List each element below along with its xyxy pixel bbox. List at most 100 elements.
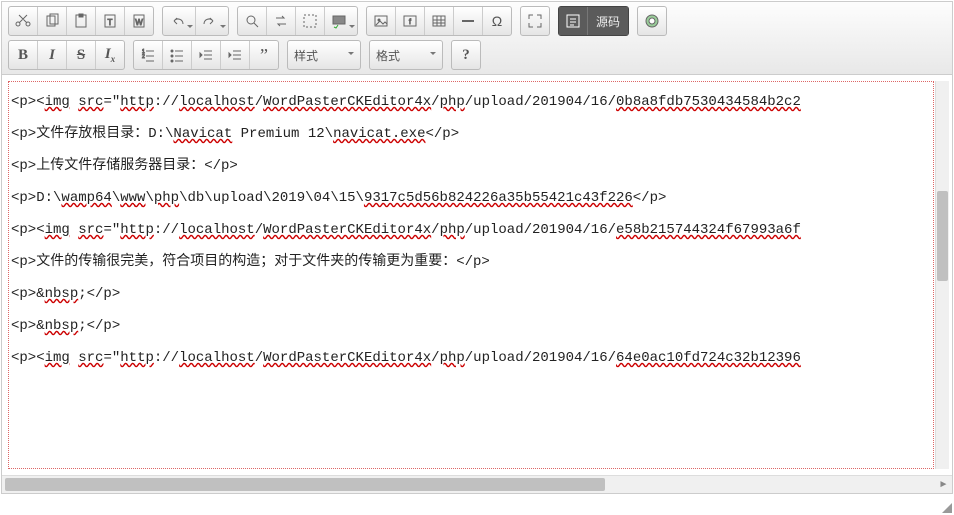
styles-label: 样式 <box>294 47 318 64</box>
image-button[interactable] <box>367 7 396 35</box>
ckeditor: T W f Ω 源码 B I S Ix 12 <box>1 1 953 494</box>
spellcheck-button[interactable] <box>325 7 357 35</box>
redo-icon <box>202 13 218 29</box>
source-line: <p><img src="http://localhost/WordPaster… <box>11 86 931 118</box>
caret-icon <box>348 52 354 58</box>
omega-icon: Ω <box>492 13 502 29</box>
find-group <box>237 6 358 36</box>
source-line: <p>&nbsp;</p> <box>11 310 931 342</box>
specialchar-button[interactable]: Ω <box>483 7 511 35</box>
outdent-button[interactable] <box>192 41 221 69</box>
image-icon <box>373 13 389 29</box>
caret-icon <box>349 25 355 31</box>
cut-button[interactable] <box>9 7 38 35</box>
source-line: <p><img src="http://localhost/WordPaster… <box>11 214 931 246</box>
help-button[interactable]: ? <box>451 40 481 70</box>
tools-group <box>520 6 550 36</box>
paste-word-button[interactable]: W <box>125 7 153 35</box>
caret-icon <box>187 25 193 31</box>
source-button[interactable] <box>559 7 588 35</box>
select-all-button[interactable] <box>296 7 325 35</box>
hr-icon <box>460 13 476 29</box>
source-line: <p>&nbsp;</p> <box>11 278 931 310</box>
toolbar-row-2: B I S Ix 12 ” 样式 格式 ? <box>8 40 946 70</box>
bold-icon: B <box>18 47 28 64</box>
strike-button[interactable]: S <box>67 41 96 69</box>
italic-icon: I <box>49 47 55 64</box>
paste-text-icon: T <box>102 13 118 29</box>
svg-text:T: T <box>108 18 113 27</box>
scroll-right-arrow[interactable]: ► <box>935 476 952 493</box>
flash-icon: f <box>402 13 418 29</box>
bullist-button[interactable] <box>163 41 192 69</box>
source-line: <p>文件的传输很完美，符合项目的构造；对于文件夹的传输更为重要：</p> <box>11 246 931 278</box>
redo-button[interactable] <box>196 7 228 35</box>
paste-text-button[interactable]: T <box>96 7 125 35</box>
bullist-icon <box>169 47 185 63</box>
numlist-icon: 12 <box>140 47 156 63</box>
hr-button[interactable] <box>454 7 483 35</box>
source-line: <p><img src="http://localhost/WordPaster… <box>11 342 931 374</box>
caret-icon <box>220 25 226 31</box>
replace-icon <box>273 13 289 29</box>
horizontal-scrollbar[interactable]: ◄ ► <box>2 475 952 493</box>
vertical-scrollbar[interactable] <box>935 81 949 469</box>
toolbar: T W f Ω 源码 B I S Ix 12 <box>2 2 952 75</box>
italic-button[interactable]: I <box>38 41 67 69</box>
svg-text:W: W <box>135 18 143 27</box>
table-button[interactable] <box>425 7 454 35</box>
format-label: 格式 <box>376 47 400 64</box>
styles-combo[interactable]: 样式 <box>287 40 361 70</box>
indent-button[interactable] <box>221 41 250 69</box>
paste-button[interactable] <box>67 7 96 35</box>
cut-icon <box>15 13 31 29</box>
flash-button[interactable]: f <box>396 7 425 35</box>
undo-group <box>162 6 229 36</box>
source-label[interactable]: 源码 <box>588 7 628 35</box>
copy-icon <box>44 13 60 29</box>
paste-word-icon: W <box>131 13 147 29</box>
outdent-icon <box>198 47 214 63</box>
numlist-button[interactable]: 12 <box>134 41 163 69</box>
clipboard-group: T W <box>8 6 154 36</box>
bold-button[interactable]: B <box>9 41 38 69</box>
about-icon <box>644 13 660 29</box>
copy-button[interactable] <box>38 7 67 35</box>
scrollbar-thumb[interactable] <box>5 478 605 491</box>
find-button[interactable] <box>238 7 267 35</box>
blockquote-icon: ” <box>260 45 268 66</box>
about-button[interactable] <box>637 6 667 36</box>
scrollbar-thumb[interactable] <box>937 191 948 281</box>
source-area: <p><img src="http://localhost/WordPaster… <box>2 75 952 475</box>
resize-handle[interactable] <box>942 503 952 513</box>
removeformat-button[interactable]: Ix <box>96 41 124 69</box>
basicstyles-group: B I S Ix <box>8 40 125 70</box>
svg-text:2: 2 <box>142 54 145 60</box>
strike-icon: S <box>77 47 85 64</box>
table-icon <box>431 13 447 29</box>
replace-button[interactable] <box>267 7 296 35</box>
spellcheck-icon <box>331 13 347 29</box>
svg-text:f: f <box>409 19 411 26</box>
list-group: 12 ” <box>133 40 279 70</box>
insert-group: f Ω <box>366 6 512 36</box>
source-icon <box>565 13 581 29</box>
undo-icon <box>169 13 185 29</box>
source-textarea[interactable]: <p><img src="http://localhost/WordPaster… <box>8 81 934 469</box>
source-line: <p>上传文件存储服务器目录：</p> <box>11 150 931 182</box>
help-icon: ? <box>462 47 470 64</box>
indent-icon <box>227 47 243 63</box>
maximize-icon <box>527 13 543 29</box>
source-line: <p>D:\wamp64\www\php\db\upload\2019\04\1… <box>11 182 931 214</box>
find-icon <box>244 13 260 29</box>
blockquote-button[interactable]: ” <box>250 41 278 69</box>
caret-icon <box>430 52 436 58</box>
source-line: <p>文件存放根目录：D:\Navicat Premium 12\navicat… <box>11 118 931 150</box>
source-group: 源码 <box>558 6 629 36</box>
format-combo[interactable]: 格式 <box>369 40 443 70</box>
maximize-button[interactable] <box>521 7 549 35</box>
paste-icon <box>73 13 89 29</box>
select-all-icon <box>302 13 318 29</box>
undo-button[interactable] <box>163 7 196 35</box>
removeformat-icon: Ix <box>105 46 115 64</box>
